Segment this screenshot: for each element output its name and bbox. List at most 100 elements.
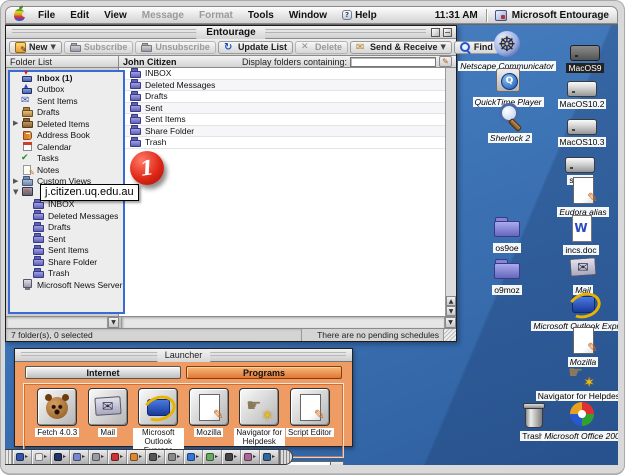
- desktop-icon-macos10-2[interactable]: MacOS10.2: [550, 69, 614, 109]
- filter-options-button[interactable]: ✎: [439, 56, 452, 67]
- menu-message[interactable]: Message: [142, 10, 184, 21]
- module-arrow-icon: ▸: [272, 453, 275, 461]
- sidebar-item-sent-items[interactable]: Sent Items: [10, 245, 123, 257]
- control-strip-printing[interactable]: ▸: [165, 450, 184, 464]
- control-strip-sound-source[interactable]: ▸: [241, 450, 260, 464]
- sidebar-item-trash[interactable]: Trash: [10, 268, 123, 280]
- zoom-box-button[interactable]: [431, 28, 440, 37]
- sidebar-item-drafts[interactable]: Drafts: [10, 222, 123, 234]
- menu-help[interactable]: ?Help: [342, 10, 377, 21]
- desktop-icon-macos10-3[interactable]: MacOS10.3: [550, 107, 614, 147]
- outlook-express-icon: [143, 392, 173, 422]
- sidebar-item-sent[interactable]: Sent: [10, 233, 123, 245]
- folder-row-sent-items[interactable]: Sent Items: [119, 114, 445, 126]
- folder-row-share-folder[interactable]: Share Folder: [119, 126, 445, 138]
- disclosure-collapsed-icon[interactable]: ▶: [13, 176, 21, 187]
- sidebar-item-sent-items[interactable]: Sent Items: [10, 95, 123, 107]
- scroll-down-arrow[interactable]: ▼: [446, 306, 456, 316]
- sidebar-item-deleted-items[interactable]: ▶Deleted Items: [10, 118, 123, 130]
- launcher-button-microsoft-outlook-express[interactable]: [138, 388, 178, 426]
- main-vertical-scrollbar[interactable]: ▲ ▼: [445, 68, 456, 316]
- sidebar-item-calendar[interactable]: Calendar: [10, 141, 123, 153]
- sidebar-hscroll-arrow[interactable]: ▼: [108, 317, 119, 328]
- menu-window[interactable]: Window: [289, 10, 327, 21]
- sidebar-item-tasks[interactable]: Tasks: [10, 153, 123, 165]
- sidebar-item-share-folder[interactable]: Share Folder: [10, 256, 123, 268]
- sidebar-horizontal-scrollbar[interactable]: [6, 317, 108, 328]
- launcher-tab-programs[interactable]: Programs: [186, 366, 342, 379]
- update-list-button[interactable]: Update List: [218, 41, 293, 54]
- disclosure-expanded-icon[interactable]: ▼: [13, 187, 21, 198]
- control-strip-remote-access[interactable]: ▸: [260, 450, 279, 464]
- sidebar-item-address-book[interactable]: Address Book: [10, 130, 123, 142]
- control-strip-display-settings[interactable]: ▸: [13, 450, 32, 464]
- menu-format[interactable]: Format: [199, 10, 233, 21]
- desktop-icon-o9moz[interactable]: o9moz: [475, 253, 539, 295]
- new-button[interactable]: New▼: [9, 41, 62, 54]
- sidebar-item-outbox[interactable]: Outbox: [10, 84, 123, 96]
- launcher-item-label: Script Editor: [286, 428, 334, 437]
- sidebar-item-j-citizen-uq-edu-au[interactable]: ▼j.citizen.uq.edu.au1: [10, 187, 123, 199]
- collapse-box-button[interactable]: [443, 28, 452, 37]
- sidebar-item-deleted-messages[interactable]: Deleted Messages: [10, 210, 123, 222]
- folder-row-sent[interactable]: Sent: [119, 103, 445, 115]
- main-hscroll-arrow[interactable]: ▼: [445, 317, 456, 328]
- control-strip-printer-selector[interactable]: ▸: [108, 450, 127, 464]
- launcher-title-bar[interactable]: Launcher: [15, 349, 352, 362]
- sidebar-item-microsoft-news-server[interactable]: Microsoft News Server: [10, 279, 123, 291]
- menu-edit[interactable]: Edit: [70, 10, 89, 21]
- desktop-icon-eudora-alias[interactable]: Eudora alias: [551, 175, 615, 217]
- send-receive-button[interactable]: Send & Receive▼: [350, 41, 452, 54]
- launcher-button-fetch-4-0-3[interactable]: [37, 388, 77, 426]
- control-strip-monitor-resolution[interactable]: ▸: [203, 450, 222, 464]
- desktop-icon-microsoft-office-200[interactable]: Microsoft Office 200: [550, 399, 614, 441]
- desktop-icon-navigator-for-helpdesk[interactable]: Navigator for Helpdesk: [549, 359, 613, 401]
- folder-row-deleted-messages[interactable]: Deleted Messages: [119, 80, 445, 92]
- desktop-icon-macos9[interactable]: MacOS9: [553, 33, 617, 73]
- main-horizontal-scrollbar[interactable]: [122, 317, 445, 328]
- desktop-icon-sherlock-2[interactable]: Sherlock 2: [478, 101, 542, 143]
- control-strip-file-sharing[interactable]: ▸: [70, 450, 89, 464]
- scroll-up-arrow[interactable]: ▲: [446, 296, 456, 306]
- menu-bar: File Edit View Message Format Tools Window ?Hel…: [5, 6, 618, 24]
- active-app-name[interactable]: Microsoft Entourage: [512, 10, 609, 21]
- menu-tools[interactable]: Tools: [248, 10, 274, 21]
- folder-row-trash[interactable]: Trash: [119, 137, 445, 149]
- folder-row-drafts[interactable]: Drafts: [119, 91, 445, 103]
- netscape-icon: [492, 29, 522, 59]
- folder-icon: [129, 79, 142, 90]
- control-strip-pull-tab[interactable]: [279, 450, 292, 464]
- desktop-icon-os9oe[interactable]: os9oe: [475, 211, 539, 253]
- filter-input[interactable]: [350, 57, 436, 67]
- control-strip-quicktime[interactable]: ▸: [184, 450, 203, 464]
- control-strip-clock[interactable]: ▸: [32, 450, 51, 464]
- folder-row-label: Trash: [145, 137, 166, 147]
- control-strip-grip[interactable]: [5, 450, 13, 464]
- window-title-bar[interactable]: Entourage: [6, 26, 456, 39]
- folder-icon: [492, 253, 522, 283]
- control-strip-desktop-pattern[interactable]: ▸: [146, 450, 165, 464]
- module-arrow-icon: ▸: [234, 453, 237, 461]
- sidebar-item-label: Inbox (1): [37, 73, 72, 83]
- control-strip-security-lock[interactable]: ▸: [89, 450, 108, 464]
- menu-label: Tools: [248, 10, 274, 21]
- apple-menu-icon[interactable]: [14, 9, 25, 21]
- launcher-button-mail[interactable]: [88, 388, 128, 426]
- launcher-tab-internet[interactable]: Internet: [25, 366, 181, 379]
- launcher-button-navigator-for-helpdesk[interactable]: [239, 388, 279, 426]
- sidebar-item-drafts[interactable]: Drafts: [10, 107, 123, 119]
- disclosure-collapsed-icon[interactable]: ▶: [13, 118, 21, 129]
- sidebar-item-notes[interactable]: Notes: [10, 164, 123, 176]
- control-strip-energy-saver[interactable]: ▸: [51, 450, 70, 464]
- find-icon: [460, 42, 471, 53]
- menu-file[interactable]: File: [38, 10, 55, 21]
- entourage-app-icon[interactable]: [495, 10, 507, 21]
- launcher-button-mozilla[interactable]: [189, 388, 229, 426]
- desktop-icon-incs-doc[interactable]: incs.doc: [549, 213, 613, 255]
- launcher-button-script-editor[interactable]: [290, 388, 330, 426]
- folder-row-inbox[interactable]: INBOX: [119, 68, 445, 80]
- resize-grip[interactable]: [443, 329, 456, 341]
- control-strip-monitor-depth[interactable]: ▸: [127, 450, 146, 464]
- control-strip-sound-volume[interactable]: ▸: [222, 450, 241, 464]
- menu-view[interactable]: View: [104, 10, 127, 21]
